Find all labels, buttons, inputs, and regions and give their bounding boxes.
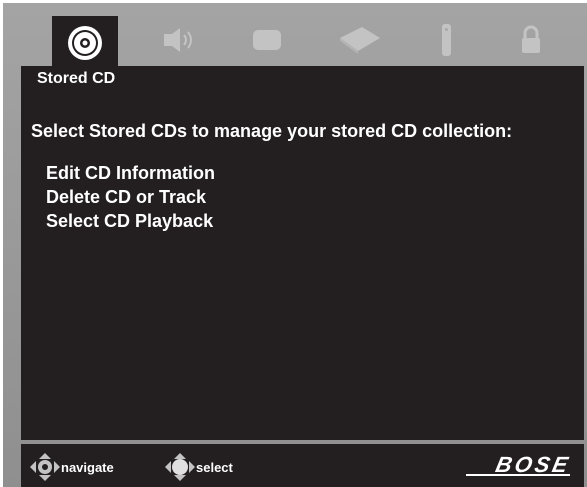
speaker-icon bbox=[164, 28, 192, 52]
option-list: Edit CD Information Delete CD or Track S… bbox=[46, 161, 215, 233]
disc-tray-icon bbox=[340, 27, 380, 54]
page-title: Stored CD bbox=[37, 70, 116, 87]
select-hint: select bbox=[164, 452, 233, 482]
remote-icon bbox=[442, 24, 451, 56]
lock-icon bbox=[522, 25, 540, 53]
tab-remote[interactable] bbox=[415, 17, 477, 63]
navigate-hint: navigate bbox=[29, 452, 114, 482]
tab-disc-tray[interactable] bbox=[329, 17, 391, 63]
tab-lock[interactable] bbox=[500, 17, 562, 63]
navigate-label: navigate bbox=[61, 459, 114, 475]
menu-item-select-cd-playback[interactable]: Select CD Playback bbox=[46, 209, 215, 233]
select-label: select bbox=[196, 459, 233, 475]
logo-underline bbox=[466, 474, 570, 476]
menu-item-delete-cd-or-track[interactable]: Delete CD or Track bbox=[46, 185, 215, 209]
main-screen: Stored CD Select Stored CDs to manage yo… bbox=[21, 66, 584, 440]
select-dpad-icon bbox=[165, 453, 195, 481]
tv-icon bbox=[253, 30, 281, 50]
tab-sound[interactable] bbox=[148, 17, 210, 63]
tab-stored-cd[interactable] bbox=[52, 16, 118, 69]
cd-icon bbox=[68, 25, 102, 60]
menu-item-edit-cd-information[interactable]: Edit CD Information bbox=[46, 161, 215, 185]
tab-tv[interactable] bbox=[236, 17, 298, 63]
footer-bar: navigate select BOSE bbox=[21, 444, 584, 487]
navigate-dpad-icon bbox=[30, 453, 60, 481]
intro-text: Select Stored CDs to manage your stored … bbox=[31, 121, 513, 141]
